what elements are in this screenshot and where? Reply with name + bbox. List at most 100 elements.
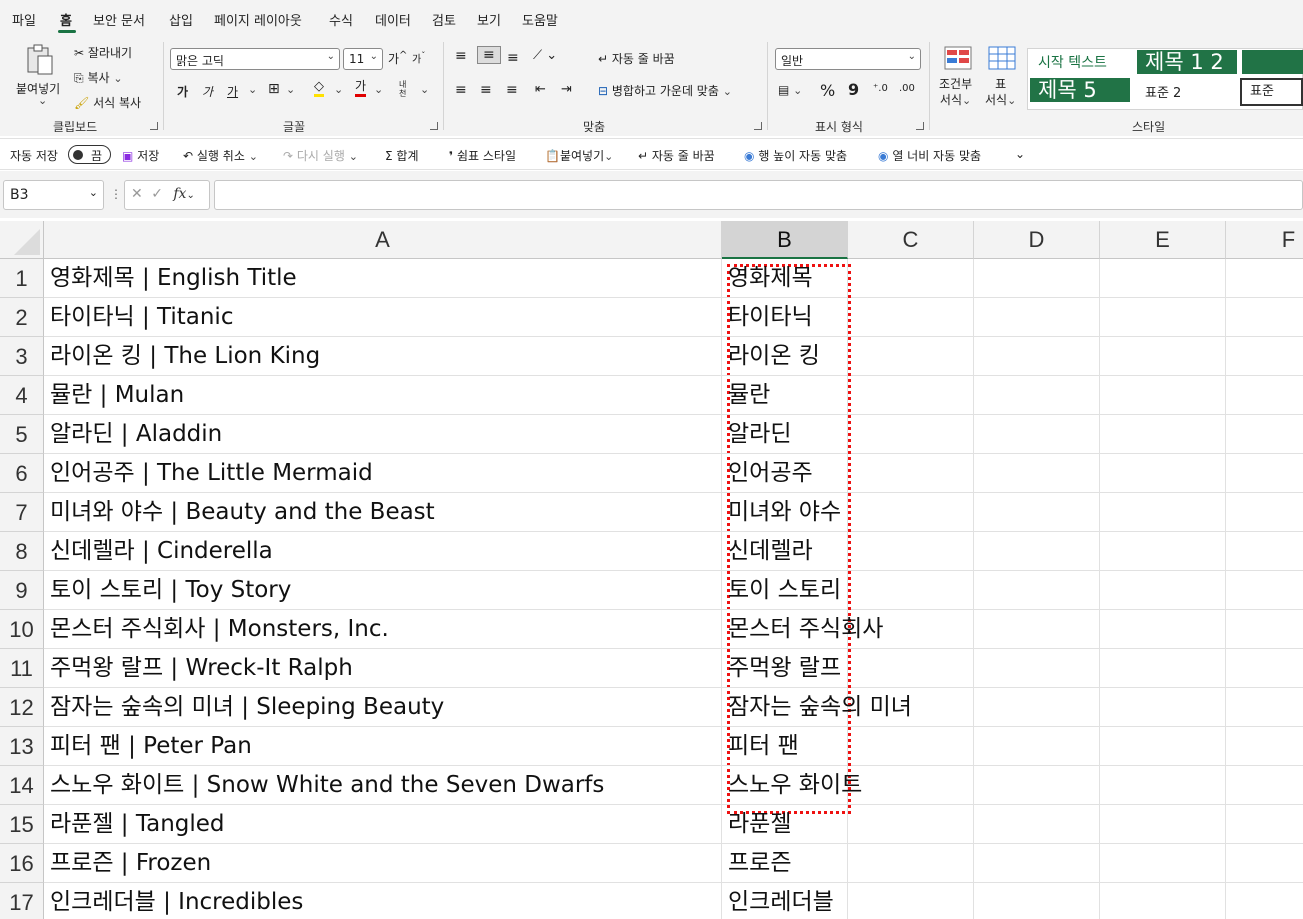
cell-b[interactable]: 피터 팬: [722, 727, 848, 766]
cancel-icon[interactable]: ✕: [131, 186, 143, 202]
tab-data[interactable]: 데이터: [375, 10, 411, 29]
select-all-button[interactable]: [0, 221, 44, 259]
cell-empty[interactable]: [974, 532, 1100, 571]
cell-empty[interactable]: [848, 415, 974, 454]
increase-indent-icon[interactable]: ⇥: [561, 82, 572, 97]
font-color-button[interactable]: 가: [355, 79, 367, 97]
cell-empty[interactable]: [1226, 727, 1303, 766]
cell-empty[interactable]: [848, 883, 974, 919]
redo-button[interactable]: ↷ 다시 실행 ⌄: [283, 147, 358, 164]
merge-center-button[interactable]: ⊟ 병합하고 가운데 맞춤 ⌄: [598, 82, 732, 99]
cell-b[interactable]: 프로즌: [722, 844, 848, 883]
wrap-qat-button[interactable]: ↵ 자동 줄 바꿈: [638, 147, 715, 164]
font-name-combo[interactable]: 맑은 고딕 ⌄: [170, 48, 340, 70]
cell-empty[interactable]: [1226, 532, 1303, 571]
cell-empty[interactable]: [1100, 337, 1226, 376]
cell-a[interactable]: 영화제목 | English Title: [44, 259, 722, 298]
save-button[interactable]: ▣ 저장: [122, 147, 159, 164]
accounting-format-icon[interactable]: ▤ ⌄: [778, 83, 802, 97]
cell-empty[interactable]: [1226, 298, 1303, 337]
cell-empty[interactable]: [848, 259, 974, 298]
decrease-indent-icon[interactable]: ⇤: [535, 82, 546, 97]
name-box[interactable]: B3 ⌄: [3, 180, 104, 210]
number-format-combo[interactable]: 일반 ⌄: [775, 48, 921, 70]
style-accent[interactable]: [1242, 50, 1303, 74]
cell-a[interactable]: 프로즌 | Frozen: [44, 844, 722, 883]
cell-b[interactable]: 인크레더블: [722, 883, 848, 919]
tab-review[interactable]: 검토: [432, 10, 456, 29]
align-center-icon[interactable]: ≡: [480, 82, 492, 98]
cell-b[interactable]: 스노우 화이트: [722, 766, 862, 805]
cell-empty[interactable]: [1226, 649, 1303, 688]
tab-view[interactable]: 보기: [477, 10, 501, 29]
cell-b[interactable]: 라이온 킹: [722, 337, 848, 376]
comma-style-qat-button[interactable]: ❜ 쉼표 스타일: [449, 147, 516, 164]
style-heading-1-2[interactable]: 제목 1 2: [1137, 50, 1237, 74]
paste-icon[interactable]: [24, 44, 56, 80]
align-bottom-icon[interactable]: ≡: [507, 50, 519, 66]
cell-b[interactable]: 주먹왕 랄프: [722, 649, 848, 688]
cell-empty[interactable]: [1100, 298, 1226, 337]
cell-empty[interactable]: [1226, 259, 1303, 298]
cell-empty[interactable]: [974, 610, 1100, 649]
align-right-icon[interactable]: ≡: [506, 82, 518, 98]
row-header[interactable]: 2: [0, 298, 44, 337]
style-normal-2[interactable]: 표준 2: [1137, 80, 1237, 104]
cell-empty[interactable]: [1226, 805, 1303, 844]
paste-qat-button[interactable]: 📋붙여넣기⌄: [545, 147, 613, 164]
format-as-table-button[interactable]: 표 서식⌄: [985, 76, 1016, 109]
cell-a[interactable]: 스노우 화이트 | Snow White and the Seven Dwarf…: [44, 766, 722, 805]
style-heading-5[interactable]: 제목 5: [1030, 78, 1130, 102]
row-header[interactable]: 3: [0, 337, 44, 376]
row-header[interactable]: 15: [0, 805, 44, 844]
cell-b[interactable]: 잠자는 숲속의 미녀: [722, 688, 912, 727]
cell-empty[interactable]: [1226, 883, 1303, 919]
formula-input[interactable]: [214, 180, 1303, 210]
cell-empty[interactable]: [974, 805, 1100, 844]
cell-empty[interactable]: [1100, 844, 1226, 883]
cell-empty[interactable]: [848, 493, 974, 532]
cell-b[interactable]: 몬스터 주식회사: [722, 610, 883, 649]
percent-button[interactable]: %: [820, 81, 835, 100]
cell-empty[interactable]: [1226, 688, 1303, 727]
row-header[interactable]: 16: [0, 844, 44, 883]
cell-empty[interactable]: [1226, 454, 1303, 493]
cell-empty[interactable]: [1100, 454, 1226, 493]
cell-empty[interactable]: [1100, 376, 1226, 415]
cell-empty[interactable]: [1226, 766, 1303, 805]
row-header[interactable]: 17: [0, 883, 44, 919]
conditional-formatting-button[interactable]: 조건부 서식⌄: [939, 76, 972, 109]
font-size-combo[interactable]: 11 ⌄: [343, 48, 383, 70]
cell-empty[interactable]: [974, 571, 1100, 610]
row-header[interactable]: 6: [0, 454, 44, 493]
row-header[interactable]: 14: [0, 766, 44, 805]
enter-icon[interactable]: ✓: [151, 186, 163, 202]
clipboard-dialog-launcher-icon[interactable]: [150, 122, 158, 130]
cell-empty[interactable]: [848, 337, 974, 376]
style-input-text[interactable]: 시작 텍스트: [1030, 50, 1134, 74]
borders-icon[interactable]: ⊞: [268, 81, 280, 97]
font-color-dropdown-icon[interactable]: ⌄: [374, 83, 383, 96]
row-header[interactable]: 8: [0, 532, 44, 571]
cell-empty[interactable]: [1100, 883, 1226, 919]
phonetic-button[interactable]: 내천: [399, 80, 413, 98]
cell-b[interactable]: 알라딘: [722, 415, 848, 454]
cell-a[interactable]: 인크레더블 | Incredibles: [44, 883, 722, 919]
cell-empty[interactable]: [1100, 649, 1226, 688]
underline-dropdown-icon[interactable]: ⌄: [248, 83, 257, 96]
column-header-a[interactable]: A: [44, 221, 722, 259]
cell-a[interactable]: 토이 스토리 | Toy Story: [44, 571, 722, 610]
tab-insert[interactable]: 삽입: [169, 10, 193, 29]
cell-empty[interactable]: [974, 688, 1100, 727]
row-autofit-button[interactable]: ◉ 행 높이 자동 맞춤: [744, 147, 847, 164]
cell-empty[interactable]: [1226, 376, 1303, 415]
cell-empty[interactable]: [974, 883, 1100, 919]
row-header[interactable]: 11: [0, 649, 44, 688]
cell-a[interactable]: 라이온 킹 | The Lion King: [44, 337, 722, 376]
cell-empty[interactable]: [974, 259, 1100, 298]
font-dialog-launcher-icon[interactable]: [430, 122, 438, 130]
cell-empty[interactable]: [974, 376, 1100, 415]
row-header[interactable]: 1: [0, 259, 44, 298]
borders-dropdown-icon[interactable]: ⌄: [286, 83, 295, 96]
cell-empty[interactable]: [974, 493, 1100, 532]
